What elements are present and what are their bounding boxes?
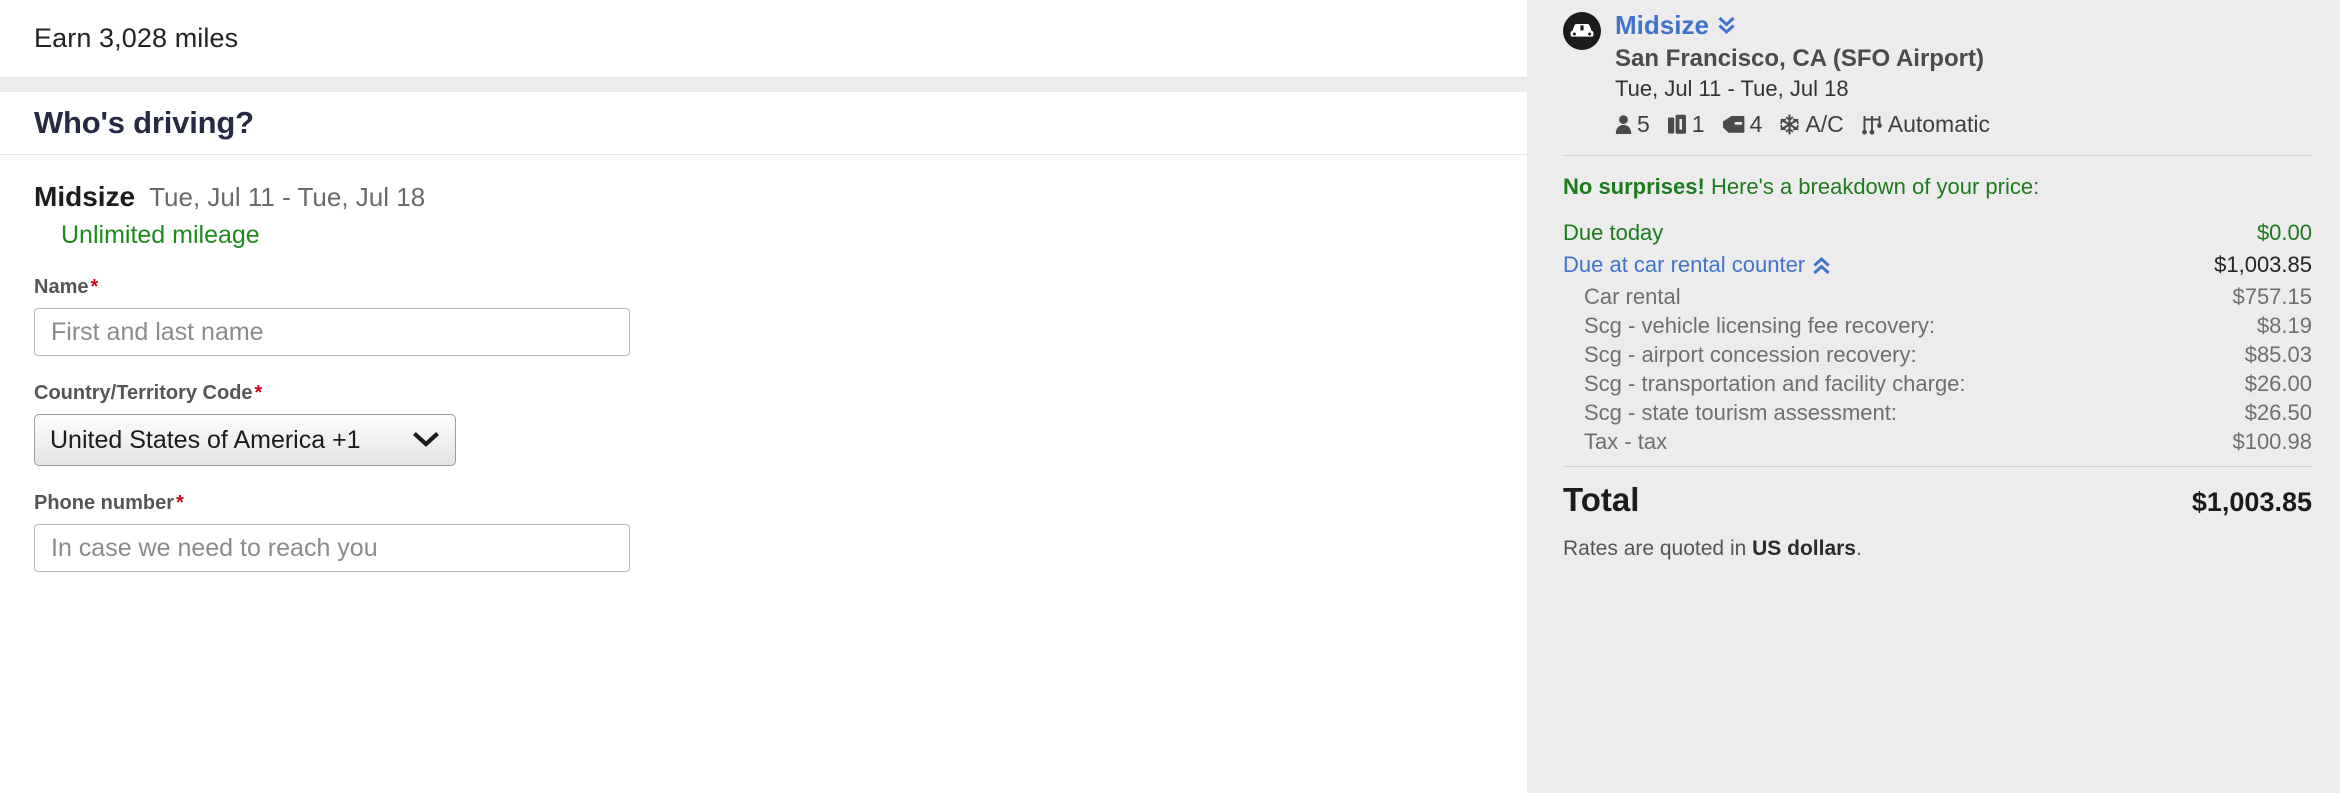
sidebar-divider-top [1563,155,2312,156]
price-line-item-value: $26.50 [2244,400,2312,425]
spec-doors: 4 [1722,111,1763,138]
earn-miles-card: Earn 3,028 miles [0,0,1527,78]
price-breakdown-list: Due today $0.00 Due at car rental counte… [1563,220,2312,454]
rates-currency-note: Rates are quoted in US dollars. [1563,537,2312,561]
rates-note-prefix: Rates are quoted in [1563,537,1753,560]
name-label-text: Name [34,276,89,298]
price-row-due-at-counter[interactable]: Due at car rental counter $1,003.85 [1563,252,2312,277]
booking-page: Earn 3,028 miles Who's driving? Midsize … [0,0,2340,793]
price-line-item-value: $100.98 [2232,429,2312,454]
spec-transmission: Automatic [1861,111,1990,138]
price-line-item: Tax - tax $100.98 [1563,429,2312,454]
country-code-required-asterisk: * [254,382,263,404]
no-surprises-rest: Here's a breakdown of your price: [1704,174,2040,199]
spec-passengers: 5 [1615,111,1650,138]
sidebar-vehicle-header: Midsize San Francisco, CA (SFO Airport) … [1563,10,2312,138]
phone-label-text: Phone number [34,492,175,514]
name-field-group: Name * [34,276,1493,356]
price-line-item-label: Scg - vehicle licensing fee recovery: [1584,313,1935,338]
no-surprises-bold: No surprises! [1563,174,1705,199]
total-value: $1,003.85 [2191,487,2312,517]
total-label: Total [1563,481,1640,518]
page-title: Who's driving? [34,105,254,140]
price-line-item: Scg - vehicle licensing fee recovery: $8… [1563,313,2312,338]
name-label: Name * [34,276,1493,299]
phone-required-asterisk: * [176,492,184,514]
unlimited-mileage-text: Unlimited mileage [61,221,260,249]
sidebar-divider-total [1563,466,2312,467]
sidebar-rental-dates: Tue, Jul 11 - Tue, Jul 18 [1615,76,1849,101]
price-line-item-label: Tax - tax [1584,429,1668,454]
sidebar-vehicle-text-block: Midsize San Francisco, CA (SFO Airport) … [1615,10,2000,138]
sidebar-pickup-location: San Francisco, CA (SFO Airport) [1615,45,1984,72]
name-input[interactable] [34,308,630,356]
name-required-asterisk: * [90,276,99,298]
passenger-icon [1615,114,1632,135]
phone-input[interactable] [34,524,630,572]
driver-form-card: Midsize Tue, Jul 11 - Tue, Jul 18 Unlimi… [0,155,1527,793]
whos-driving-card: Who's driving? [0,92,1527,155]
price-line-item-label: Scg - transportation and facility charge… [1584,371,1966,396]
car-door-icon [1722,115,1745,134]
spec-luggage-value: 1 [1691,111,1705,137]
country-code-field-group: Country/Territory Code * United States of… [34,382,1493,466]
due-at-counter-value: $1,003.85 [2214,252,2312,277]
phone-label: Phone number * [34,492,1493,515]
vehicle-summary-line: Midsize Tue, Jul 11 - Tue, Jul 18 [34,155,1493,213]
phone-field-group: Phone number * [34,492,1493,572]
country-code-select[interactable]: United States of America +1 [34,414,456,466]
spec-ac: A/C [1779,111,1844,138]
vehicle-dates: Tue, Jul 11 - Tue, Jul 18 [149,182,426,212]
due-today-value: $0.00 [2256,220,2312,245]
spec-transmission-value: Automatic [1887,111,1990,137]
due-today-label: Due today [1563,220,1664,245]
country-code-label: Country/Territory Code * [34,382,1493,405]
sidebar-cartype-label[interactable]: Midsize [1615,10,1709,41]
price-line-item-label: Scg - airport concession recovery: [1584,342,1917,367]
car-icon [1563,12,1601,50]
spec-ac-value: A/C [1805,111,1844,137]
rates-note-currency: US dollars [1752,537,1856,560]
total-row: Total $1,003.85 [1563,481,2312,519]
snowflake-icon [1779,114,1800,135]
price-line-item: Scg - airport concession recovery: $85.0… [1563,342,2312,367]
card-separator-band [0,78,1527,92]
country-code-select-wrapper: United States of America +1 [34,414,456,466]
vehicle-name: Midsize [34,181,136,212]
sidebar-cartype-row[interactable]: Midsize [1615,10,2000,41]
price-line-item-value: $26.00 [2244,371,2312,396]
earn-miles-text: Earn 3,028 miles [34,23,239,53]
due-at-counter-label-group[interactable]: Due at car rental counter [1563,252,1830,277]
spec-doors-value: 4 [1749,111,1763,137]
spec-passengers-value: 5 [1637,111,1650,137]
price-line-item-label: Scg - state tourism assessment: [1584,400,1897,425]
price-row-due-today: Due today $0.00 [1563,220,2312,245]
due-at-counter-label[interactable]: Due at car rental counter [1563,252,1805,277]
chevron-double-up-icon[interactable] [1813,255,1830,275]
price-line-item-label: Car rental [1584,284,1681,309]
main-content-column: Earn 3,028 miles Who's driving? Midsize … [0,0,1527,793]
spec-luggage: 1 [1667,111,1705,138]
no-surprises-note: No surprises! Here's a breakdown of your… [1563,174,2312,200]
price-summary-sidebar: Midsize San Francisco, CA (SFO Airport) … [1527,0,2340,768]
price-line-item: Car rental $757.15 [1563,284,2312,309]
country-code-label-text: Country/Territory Code [34,382,253,404]
price-line-item-value: $757.15 [2232,284,2312,309]
price-line-item-value: $8.19 [2256,313,2312,338]
price-line-item-value: $85.03 [2244,342,2312,367]
price-line-item: Scg - transportation and facility charge… [1563,371,2312,396]
rates-note-suffix: . [1856,537,1862,560]
price-line-item: Scg - state tourism assessment: $26.50 [1563,400,2312,425]
luggage-icon [1667,114,1687,135]
sidebar-vehicle-specs: 5 1 4 A/C Automatic [1615,111,2000,138]
chevron-double-down-icon[interactable] [1718,16,1735,36]
transmission-icon [1861,114,1883,135]
